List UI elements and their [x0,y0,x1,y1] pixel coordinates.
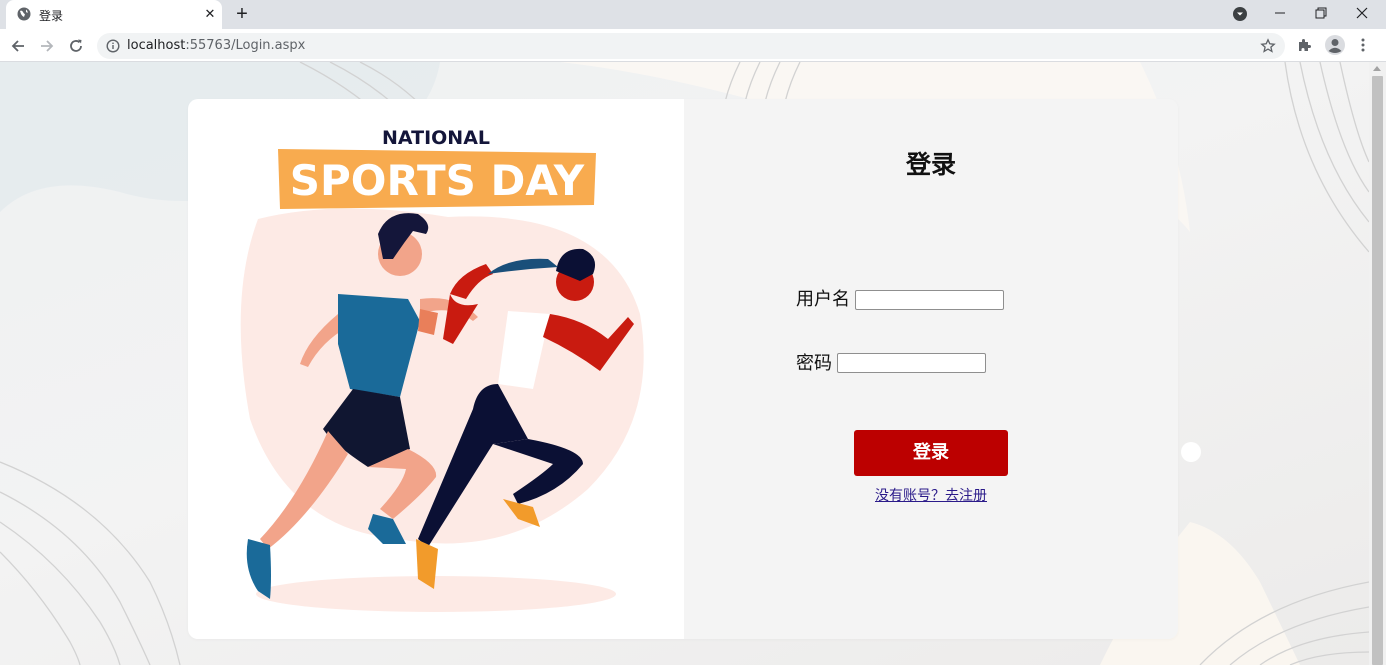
globe-icon [17,7,31,21]
bookmark-star-icon[interactable] [1260,38,1276,54]
reload-icon[interactable] [66,36,86,56]
close-tab-icon[interactable]: ✕ [202,6,218,22]
illustration-panel: NATIONAL SPORTS DAY [188,99,684,639]
url-text: localhost:55763/Login.aspx [127,38,305,53]
scroll-up-arrow-icon[interactable] [1373,66,1381,71]
username-input[interactable] [855,290,1004,310]
new-tab-icon[interactable]: + [232,4,252,24]
minimize-icon[interactable] [1268,3,1292,23]
menu-dots-icon[interactable] [1355,37,1371,53]
browser-tab[interactable]: 登录 ✕ [6,0,222,29]
page-viewport: NATIONAL SPORTS DAY 登录 用户名 密码 登录 没有账号？去注… [0,62,1369,665]
tab-search-icon[interactable] [1233,7,1247,21]
tab-title: 登录 [39,9,64,23]
address-bar[interactable]: localhost:55763/Login.aspx [97,33,1285,59]
profile-avatar-icon[interactable] [1324,34,1346,56]
window-close-icon[interactable] [1350,3,1374,23]
browser-toolbar: localhost:55763/Login.aspx [0,29,1386,62]
browser-tabstrip: 登录 ✕ + [0,0,1386,29]
sports-day-illustration: NATIONAL SPORTS DAY [240,127,644,612]
login-card: NATIONAL SPORTS DAY 登录 用户名 密码 登录 没有账号？去注… [188,99,1178,639]
scrollbar-thumb[interactable] [1372,76,1383,665]
password-input[interactable] [837,353,986,373]
url-path: :55763/Login.aspx [185,38,306,53]
forward-icon[interactable] [37,36,57,56]
username-label: 用户名 [796,289,850,310]
register-link[interactable]: 没有账号？去注册 [684,485,1178,505]
illustration-heading-top: NATIONAL [382,127,490,149]
back-icon[interactable] [8,36,28,56]
url-host: localhost [127,38,186,53]
password-label: 密码 [796,353,832,374]
login-button[interactable]: 登录 [854,430,1008,476]
login-form-panel: 登录 用户名 密码 登录 没有账号？去注册 [684,99,1178,639]
extensions-icon[interactable] [1297,37,1313,53]
restore-icon[interactable] [1308,3,1332,23]
illustration-heading-banner: SPORTS DAY [290,156,585,205]
page-title: 登录 [905,150,956,179]
page-scrollbar[interactable] [1369,62,1386,665]
site-info-icon[interactable] [106,39,120,53]
